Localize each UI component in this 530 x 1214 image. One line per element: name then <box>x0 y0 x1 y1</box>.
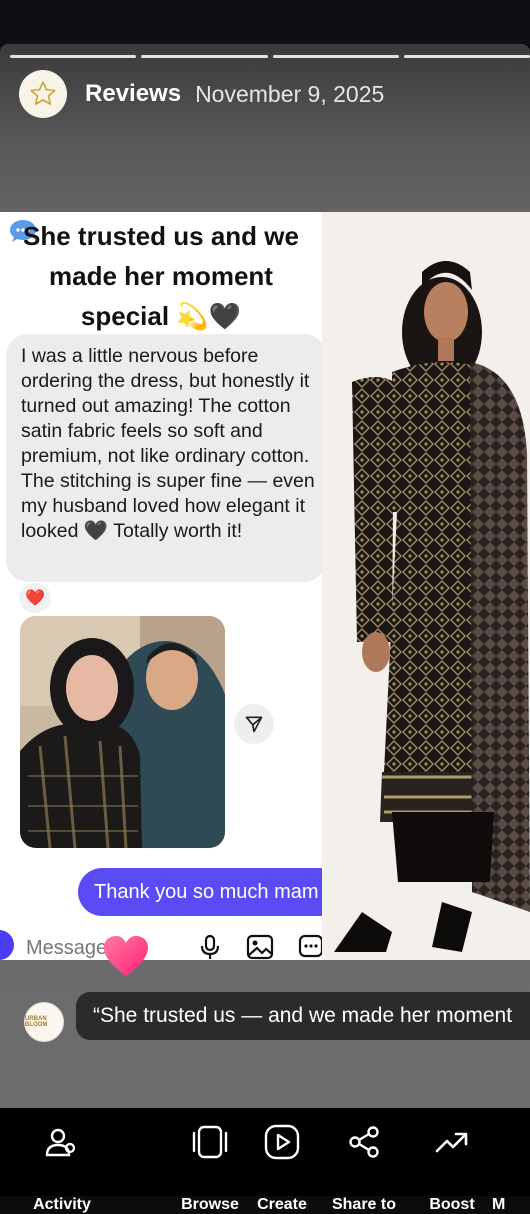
activity-label: Activity <box>33 1196 91 1213</box>
star-icon <box>30 81 56 105</box>
progress-segment <box>141 55 268 58</box>
story-date: November 9, 2025 <box>195 80 385 107</box>
camera-icon[interactable] <box>0 930 14 960</box>
progress-segment <box>403 55 530 58</box>
sticker-chat-icon[interactable] <box>298 934 322 960</box>
story-caption[interactable]: “She trusted us — and we made her moment <box>76 992 530 1040</box>
status-bar <box>0 0 530 44</box>
story-collage: She trusted us and we made her moment sp… <box>0 212 530 960</box>
share-nodes-icon <box>349 1126 379 1158</box>
progress-segment <box>10 55 137 58</box>
microphone-icon[interactable] <box>198 934 222 960</box>
post-heading: She trusted us and we made her moment sp… <box>6 216 316 336</box>
more-label: M <box>492 1196 506 1213</box>
progress-segment <box>272 55 399 58</box>
post-heading-text: She trusted us and we made her moment sp… <box>23 221 299 331</box>
product-photo <box>322 212 530 960</box>
gallery-icon[interactable] <box>246 934 274 960</box>
model-image <box>322 212 530 960</box>
send-icon[interactable] <box>234 704 274 744</box>
create-play-icon <box>264 1124 300 1160</box>
reaction-emoji: ❤️ <box>25 590 45 607</box>
review-bubble: I was a little nervous before ordering t… <box>6 334 322 582</box>
heading-emoji: 💫🖤 <box>176 301 242 331</box>
review-text: I was a little nervous before ordering t… <box>21 345 315 542</box>
browse-button[interactable]: Browse <box>170 1122 250 1213</box>
boost-button[interactable]: Boost <box>412 1122 492 1213</box>
heart-reaction: ❤️ <box>19 583 51 613</box>
account-name[interactable]: Reviews <box>85 80 181 108</box>
message-composer: Message... <box>0 920 322 960</box>
customer-photo <box>20 616 225 848</box>
sent-message-bubble: Thank you so much mam <box>78 868 322 916</box>
boost-trend-icon <box>435 1132 468 1153</box>
heart-sticker-icon <box>104 936 148 976</box>
bottom-action-bar: Activity Browse Create Share to Boost M <box>0 1108 530 1213</box>
browse-cards-icon <box>192 1125 228 1159</box>
account-avatar[interactable] <box>19 70 67 118</box>
avatar-text: URBAN BLOOM <box>25 1016 48 1028</box>
story-header: Reviews November 9, 2025 <box>19 70 384 118</box>
caption-avatar[interactable]: URBAN BLOOM <box>24 1002 64 1042</box>
create-button[interactable]: Create <box>242 1122 322 1213</box>
customer-photo-image <box>20 616 225 848</box>
activity-button[interactable]: Activity <box>22 1122 102 1213</box>
share-to-button[interactable]: Share to <box>324 1122 404 1213</box>
story-viewer[interactable]: Reviews November 9, 2025 She trusted us … <box>0 44 530 1108</box>
story-progress <box>10 55 530 58</box>
review-screenshot: She trusted us and we made her moment sp… <box>0 212 322 960</box>
activity-people-icon <box>45 1128 76 1157</box>
